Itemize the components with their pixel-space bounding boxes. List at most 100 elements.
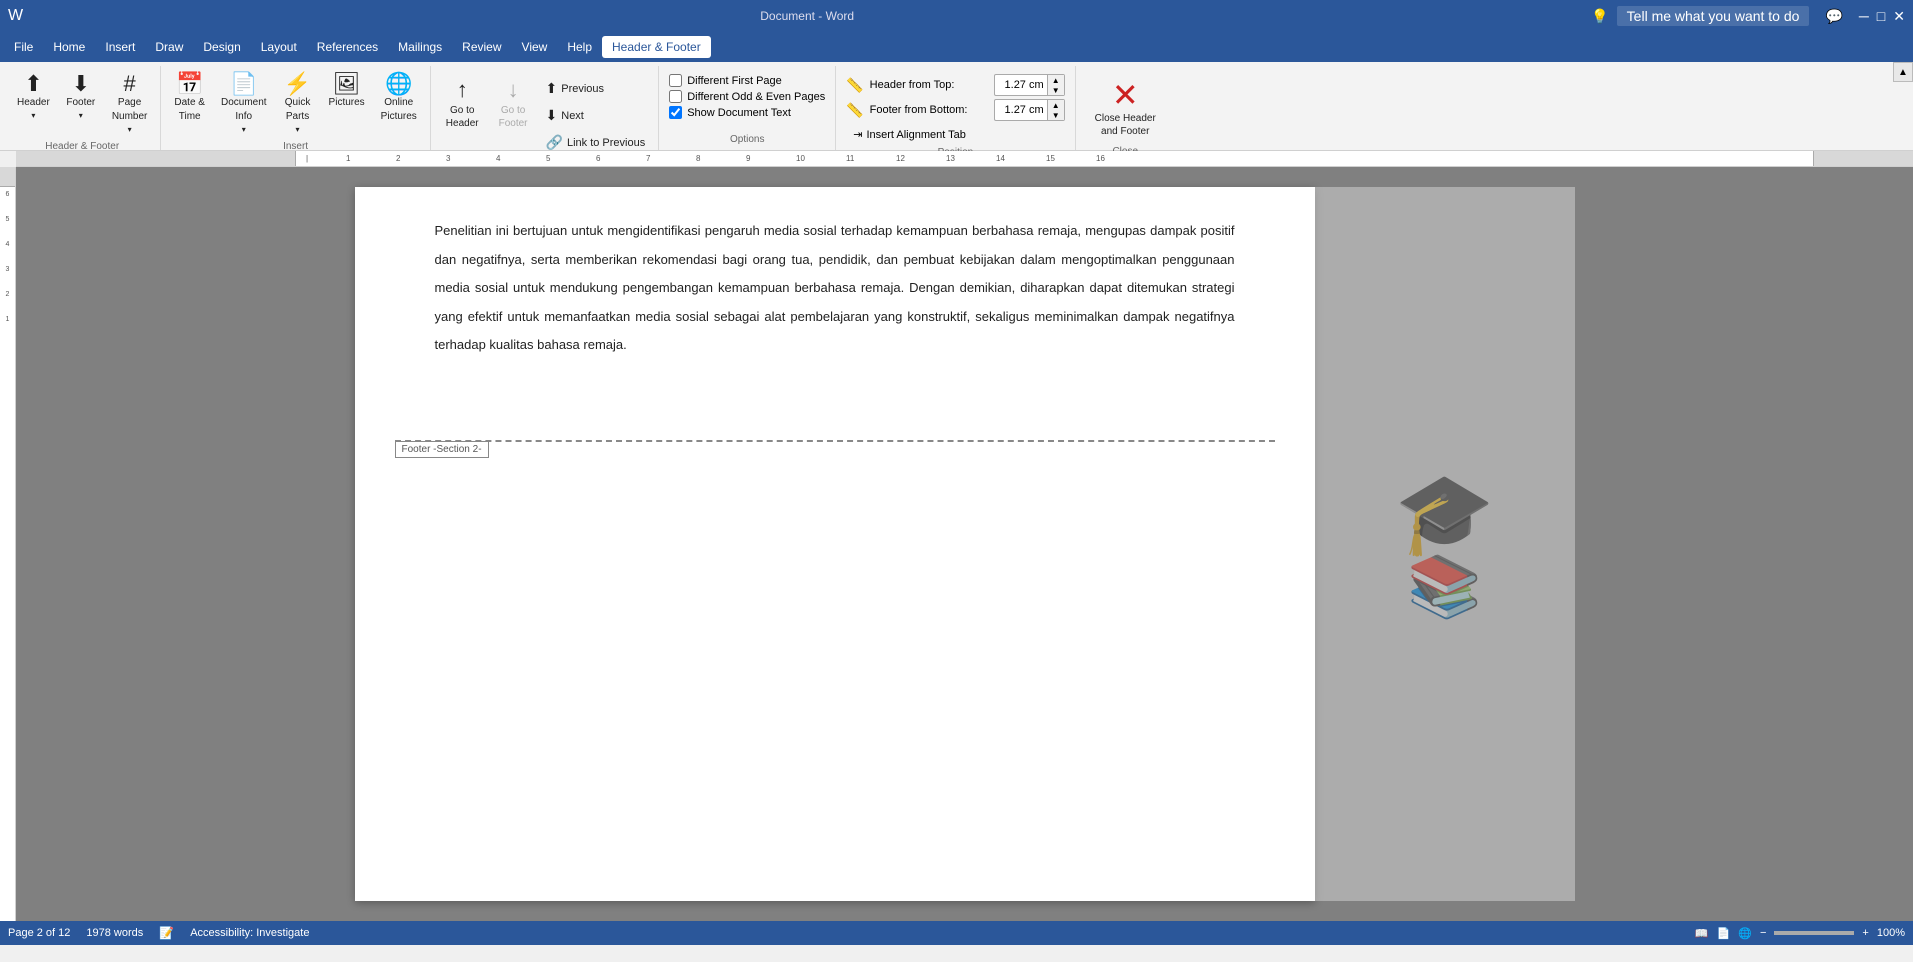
footer-position-icon: 📏 xyxy=(846,102,863,119)
previous-button[interactable]: ⬆ Previous xyxy=(539,76,653,101)
quick-parts-button[interactable]: ⚡ Quick Parts ▾ xyxy=(276,68,320,139)
insert-alignment-tab-button[interactable]: ⇥ Insert Alignment Tab xyxy=(846,124,1064,145)
different-first-page-input[interactable] xyxy=(669,74,682,87)
go-to-header-button[interactable]: ↑ Go to Header xyxy=(437,72,488,134)
track-changes-icon[interactable]: 📝 xyxy=(159,926,174,940)
maximize-icon[interactable]: □ xyxy=(1877,8,1885,24)
zoom-slider[interactable] xyxy=(1774,931,1854,935)
view-web-icon[interactable]: 🌐 xyxy=(1738,927,1752,940)
lightbulb-icon[interactable]: 💡 xyxy=(1591,8,1608,25)
header-from-top-spinner[interactable]: ▲ ▼ xyxy=(994,74,1065,96)
zoom-level[interactable]: 100% xyxy=(1877,927,1905,939)
page-number-icon: # xyxy=(123,73,135,95)
document-page: Penelitian ini bertujuan untuk mengident… xyxy=(355,187,1315,901)
zoom-out-button[interactable]: − xyxy=(1760,927,1766,939)
ruler-num-10: 10 xyxy=(796,154,805,163)
title-bar-left: W xyxy=(8,7,23,25)
chat-icon[interactable]: 💬 xyxy=(1825,8,1842,25)
header-icon: ⬆ xyxy=(24,73,42,95)
menu-insert[interactable]: Insert xyxy=(95,36,145,58)
close-window-icon[interactable]: ✕ xyxy=(1893,8,1905,25)
ruler-num-2: 2 xyxy=(396,154,400,163)
menu-mailings[interactable]: Mailings xyxy=(388,36,452,58)
status-bar: Page 2 of 12 1978 words 📝 Accessibility:… xyxy=(0,921,1913,945)
menu-layout[interactable]: Layout xyxy=(251,36,307,58)
pictures-button[interactable]: 🖼 Pictures xyxy=(322,68,372,114)
go-to-footer-button[interactable]: ↓ Go to Footer xyxy=(490,72,537,134)
title-bar: W Document - Word 💡 Tell me what you wan… xyxy=(0,0,1913,32)
ruler-num-13: 13 xyxy=(946,154,955,163)
ruler-num-3: 3 xyxy=(446,154,450,163)
footer-spin-down[interactable]: ▼ xyxy=(1048,110,1064,120)
footer-button[interactable]: ⬇ Footer ▾ xyxy=(59,68,103,125)
menu-design[interactable]: Design xyxy=(193,36,250,58)
menu-review[interactable]: Review xyxy=(452,36,511,58)
menu-home[interactable]: Home xyxy=(43,36,95,58)
view-print-icon[interactable]: 📄 xyxy=(1717,927,1731,940)
collapse-ribbon-button[interactable]: ▲ xyxy=(1893,62,1913,82)
ribbon-group-options: Different First Page Different Odd & Eve… xyxy=(659,66,836,150)
ruler-left-indent xyxy=(16,151,296,166)
online-pictures-button[interactable]: 🌐 Online Pictures xyxy=(374,68,424,128)
document-area[interactable]: Penelitian ini bertujuan untuk mengident… xyxy=(16,167,1913,921)
ruler-num-1: 1 xyxy=(346,154,350,163)
horizontal-ruler: | 1 2 3 4 5 6 7 8 9 10 11 12 13 14 15 16 xyxy=(16,151,1913,167)
footer-spin-up[interactable]: ▲ xyxy=(1048,100,1064,110)
show-document-text-checkbox[interactable]: Show Document Text xyxy=(669,106,825,119)
ruler-num-11: 11 xyxy=(846,154,854,163)
footer-from-bottom-row: 📏 Footer from Bottom: ▲ ▼ xyxy=(846,99,1064,121)
close-header-footer-button[interactable]: ✕ Close Header and Footer xyxy=(1082,72,1169,144)
header-button[interactable]: ⬆ Header ▾ xyxy=(10,68,57,125)
page-and-watermark: Penelitian ini bertujuan untuk mengident… xyxy=(355,187,1575,901)
footer-from-bottom-input[interactable] xyxy=(995,103,1047,117)
menu-draw[interactable]: Draw xyxy=(145,36,193,58)
next-button[interactable]: ⬇ Next xyxy=(539,103,653,128)
menu-header-footer[interactable]: Header & Footer xyxy=(602,36,711,58)
prev-next-group: ⬆ Previous ⬇ Next 🔗 Link to Previous xyxy=(539,68,653,155)
footer-spin-buttons: ▲ ▼ xyxy=(1047,100,1064,120)
document-info-button[interactable]: 📄 Document Info ▾ xyxy=(214,68,274,139)
page-number-button[interactable]: # Page Number ▾ xyxy=(105,68,155,139)
minimize-icon[interactable]: ─ xyxy=(1859,8,1869,24)
view-read-icon[interactable]: 📖 xyxy=(1695,927,1709,940)
ribbon-group-position: 📏 Header from Top: ▲ ▼ 📏 Footer from Bot… xyxy=(836,66,1075,150)
search-tell-me[interactable]: Tell me what you want to do xyxy=(1617,6,1810,26)
title-bar-right: 💡 Tell me what you want to do 💬 ─ □ ✕ xyxy=(1591,6,1905,26)
accessibility-status[interactable]: Accessibility: Investigate xyxy=(190,927,309,939)
footer-icon: ⬇ xyxy=(72,73,90,95)
page-info: Page 2 of 12 xyxy=(8,927,70,939)
status-left: Page 2 of 12 1978 words 📝 Accessibility:… xyxy=(8,926,309,940)
alignment-tab-icon: ⇥ xyxy=(853,128,862,141)
header-spin-buttons: ▲ ▼ xyxy=(1047,75,1064,95)
zoom-in-button[interactable]: + xyxy=(1862,927,1868,939)
show-document-text-input[interactable] xyxy=(669,106,682,119)
book-watermark: 📚 xyxy=(1407,551,1482,622)
date-time-icon: 📅 xyxy=(176,73,203,95)
menu-view[interactable]: View xyxy=(512,36,558,58)
footer-from-bottom-spinner[interactable]: ▲ ▼ xyxy=(994,99,1065,121)
menu-help[interactable]: Help xyxy=(557,36,602,58)
previous-icon: ⬆ xyxy=(546,80,558,97)
next-icon: ⬇ xyxy=(546,107,558,124)
date-time-button[interactable]: 📅 Date & Time xyxy=(167,68,212,128)
ruler-scale: | 1 2 3 4 5 6 7 8 9 10 11 12 13 14 15 16 xyxy=(296,151,1813,166)
header-spin-down[interactable]: ▼ xyxy=(1048,85,1064,95)
different-first-page-checkbox[interactable]: Different First Page xyxy=(669,74,825,87)
header-from-top-input[interactable] xyxy=(995,78,1047,92)
vertical-ruler: 6 5 4 3 2 1 xyxy=(0,167,16,921)
different-odd-even-checkbox[interactable]: Different Odd & Even Pages xyxy=(669,90,825,103)
footer-content-area[interactable] xyxy=(395,442,1275,522)
different-odd-even-input[interactable] xyxy=(669,90,682,103)
ruler-num-7: 7 xyxy=(646,154,650,163)
header-from-top-row: 📏 Header from Top: ▲ ▼ xyxy=(846,74,1064,96)
header-footer-buttons: ⬆ Header ▾ ⬇ Footer ▾ # Page Number ▾ xyxy=(10,68,154,139)
menu-file[interactable]: File xyxy=(4,36,43,58)
ruler-num-16: 16 xyxy=(1096,154,1105,163)
header-spin-up[interactable]: ▲ xyxy=(1048,75,1064,85)
footer-section-label: Footer -Section 2- xyxy=(395,441,489,458)
ruler-num-12: 12 xyxy=(896,154,905,163)
ribbon-group-insert: 📅 Date & Time 📄 Document Info ▾ ⚡ Quick … xyxy=(161,66,430,150)
footer-section[interactable]: Footer -Section 2- xyxy=(395,440,1275,522)
menu-references[interactable]: References xyxy=(307,36,388,58)
ruler-num-6: 6 xyxy=(596,154,600,163)
